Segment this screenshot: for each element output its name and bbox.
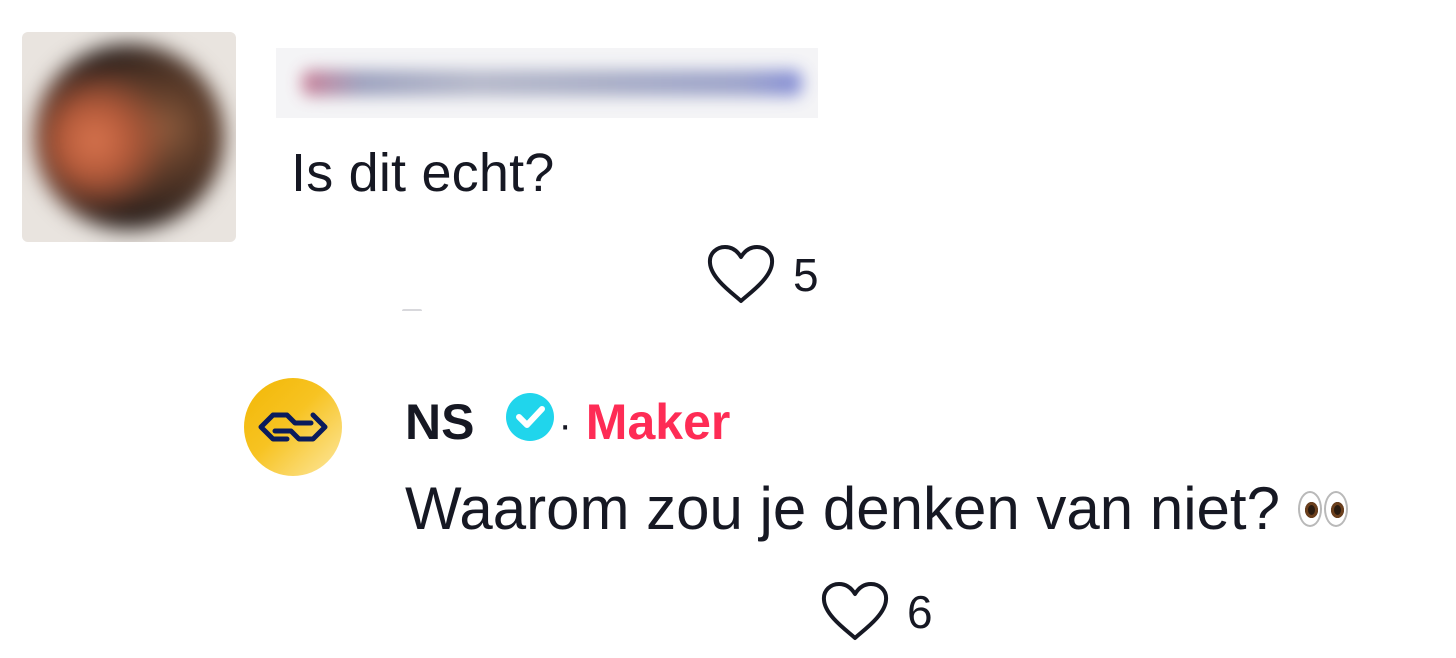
- like-count: 5: [793, 249, 819, 301]
- eyes-emoji-icon: [1297, 491, 1348, 527]
- reply-text-row: Waarom zou je denken van niet?: [405, 472, 1348, 546]
- reply-text: Waarom zou je denken van niet?: [405, 475, 1280, 542]
- comment-like-button[interactable]: 5: [705, 243, 819, 307]
- reply-like-button[interactable]: 6: [819, 580, 933, 644]
- comment-text: Is dit echt?: [291, 143, 555, 203]
- divider: [402, 309, 422, 315]
- heart-outline-icon[interactable]: [705, 243, 777, 307]
- commenter-username-redacted[interactable]: [276, 48, 818, 118]
- like-count: 6: [907, 586, 933, 638]
- ns-logo-icon: [258, 412, 328, 442]
- verified-check-icon: [504, 391, 556, 448]
- maker-badge: Maker: [585, 394, 731, 450]
- ns-avatar[interactable]: [244, 378, 342, 476]
- commenter-avatar[interactable]: [22, 32, 236, 242]
- separator-dot: ·: [558, 402, 572, 447]
- reply-header: NS · Maker: [405, 389, 730, 455]
- reply-author-name[interactable]: NS: [405, 389, 474, 455]
- heart-outline-icon[interactable]: [819, 580, 891, 644]
